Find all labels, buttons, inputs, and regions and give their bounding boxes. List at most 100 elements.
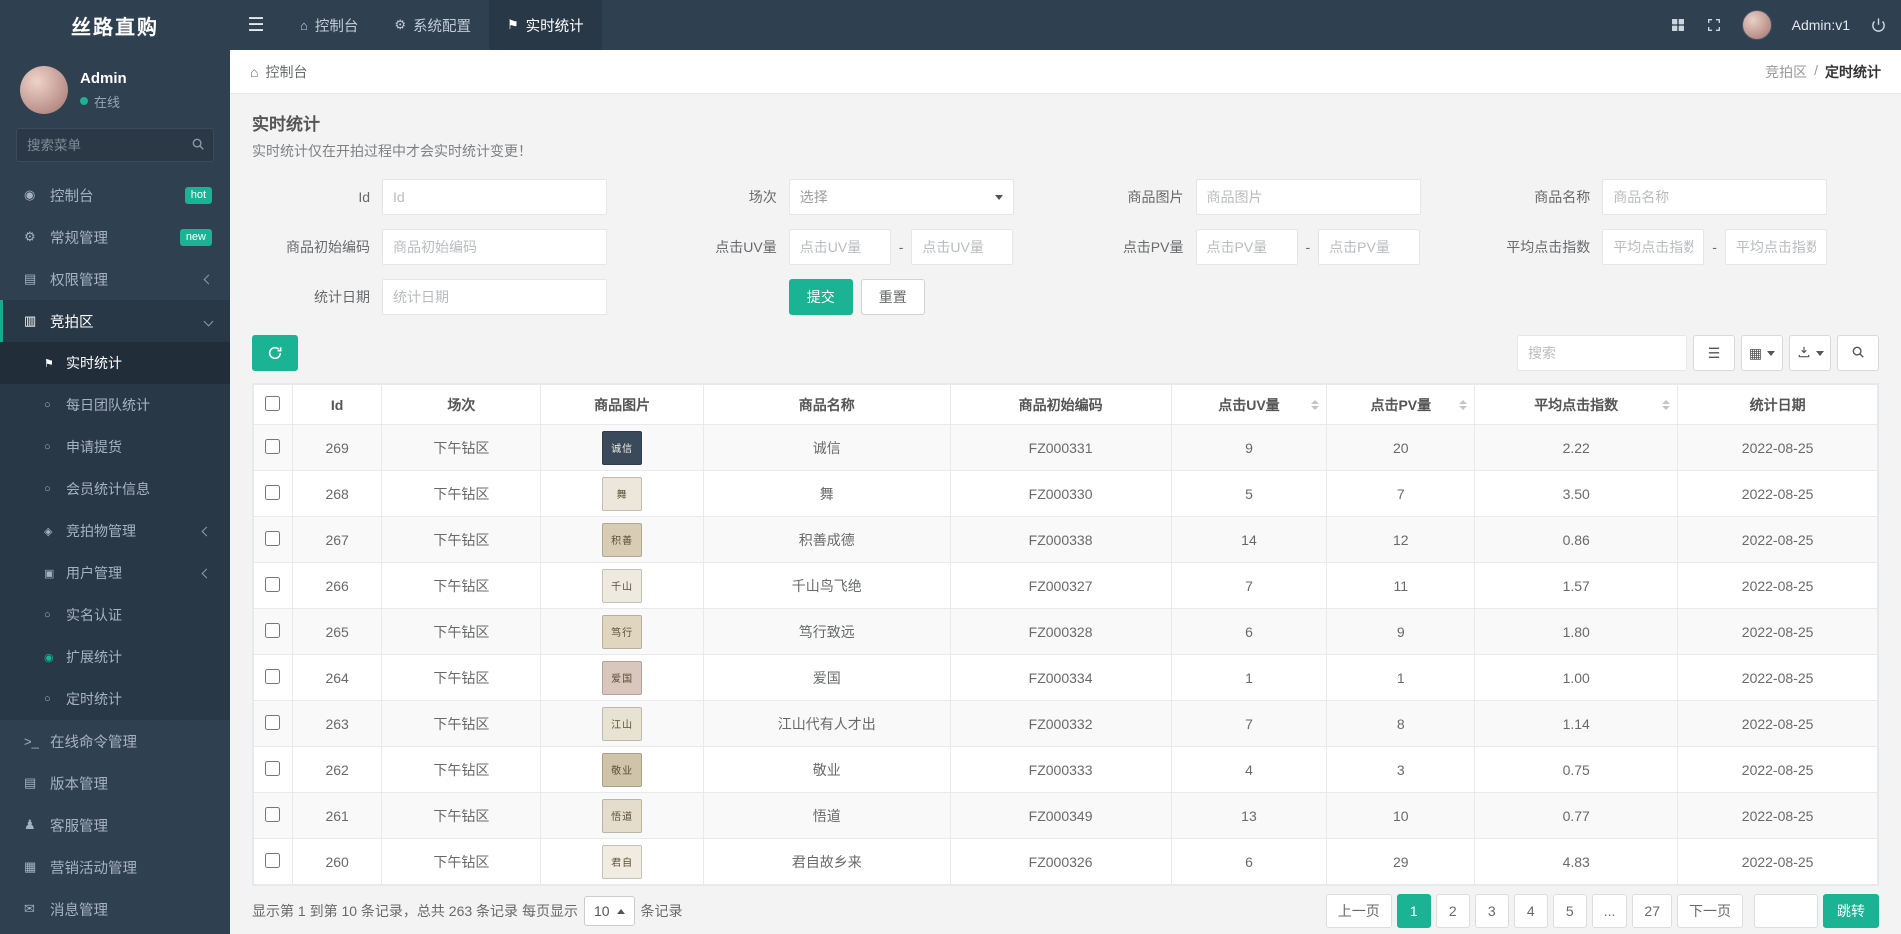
- column-header-uv[interactable]: 点击UV量: [1170, 384, 1328, 425]
- grid-icon[interactable]: [1670, 17, 1686, 33]
- page-size-select[interactable]: 10: [583, 896, 635, 926]
- brand-logo[interactable]: 丝路直购: [0, 0, 230, 50]
- page-button-27[interactable]: 27: [1632, 894, 1672, 928]
- cell-name: 悟道: [702, 792, 951, 839]
- sidebar-item-general[interactable]: ⚙ 常规管理 new: [0, 216, 230, 258]
- filter-avg-max-input[interactable]: [1724, 229, 1827, 265]
- product-image[interactable]: 敬业: [602, 752, 643, 787]
- row-checkbox[interactable]: [265, 484, 281, 500]
- submit-button[interactable]: 提交: [788, 279, 853, 315]
- user-menu[interactable]: Admin:v1: [1792, 17, 1850, 33]
- column-header-avg[interactable]: 平均点击指数: [1474, 384, 1679, 425]
- filter-id-input[interactable]: [382, 179, 607, 215]
- filter-avg-min-input[interactable]: [1602, 229, 1705, 265]
- filter-name-input[interactable]: [1602, 179, 1828, 215]
- filter-image-input[interactable]: [1195, 179, 1421, 215]
- row-checkbox[interactable]: [265, 760, 281, 776]
- topnav-item-realtime-stats[interactable]: ⚑ 实时统计: [489, 0, 602, 50]
- refresh-button[interactable]: [252, 335, 298, 371]
- product-image[interactable]: 江山: [602, 706, 643, 741]
- sidebar-item-extended-stats[interactable]: ◉ 扩展统计: [0, 636, 230, 678]
- page-button-2[interactable]: 2: [1435, 894, 1470, 928]
- sidebar-item-user-management[interactable]: ▣ 用户管理: [0, 552, 230, 594]
- filter-pv-max-input[interactable]: [1318, 229, 1421, 265]
- row-checkbox[interactable]: [265, 438, 281, 454]
- row-checkbox[interactable]: [265, 806, 281, 822]
- row-checkbox[interactable]: [265, 576, 281, 592]
- avatar[interactable]: [20, 66, 68, 114]
- cell-id: 261: [291, 792, 383, 839]
- jump-button[interactable]: 跳转: [1823, 894, 1879, 928]
- row-checkbox[interactable]: [265, 852, 281, 868]
- filter-pv-label: 点击PV量: [1122, 239, 1184, 255]
- row-checkbox[interactable]: [265, 622, 281, 638]
- sidebar-item-real-name-auth[interactable]: ○ 实名认证: [0, 594, 230, 636]
- jump-page-input[interactable]: [1754, 894, 1818, 928]
- row-checkbox[interactable]: [265, 530, 281, 546]
- row-checkbox[interactable]: [265, 714, 281, 730]
- select-all-checkbox[interactable]: [265, 395, 281, 411]
- search-icon[interactable]: [191, 137, 205, 154]
- sidebar-item-marketing[interactable]: ▦ 营销活动管理: [0, 846, 230, 888]
- filter-uv-min-input[interactable]: [788, 229, 891, 265]
- toggle-view-button[interactable]: ☰: [1693, 335, 1735, 371]
- sort-icon[interactable]: [1459, 399, 1468, 410]
- product-image[interactable]: 舞: [602, 476, 643, 511]
- sidebar-item-pickup-request[interactable]: ○ 申请提货: [0, 426, 230, 468]
- cell-image: 爱国: [540, 654, 704, 701]
- sidebar-item-realtime-stats[interactable]: ⚑ 实时统计: [0, 342, 230, 384]
- export-button[interactable]: [1789, 335, 1831, 371]
- columns-button[interactable]: ▦: [1741, 335, 1783, 371]
- filter-session-select[interactable]: 选择: [788, 179, 1014, 215]
- filter-code-input[interactable]: [382, 229, 607, 265]
- product-image[interactable]: 爱国: [602, 660, 643, 695]
- sidebar-item-permission[interactable]: ▤ 权限管理: [0, 258, 230, 300]
- row-checkbox[interactable]: [265, 668, 281, 684]
- sidebar-search-input[interactable]: [16, 128, 214, 162]
- sidebar-item-member-stats[interactable]: ○ 会员统计信息: [0, 468, 230, 510]
- sidebar-item-daily-team-stats[interactable]: ○ 每日团队统计: [0, 384, 230, 426]
- page-button-3[interactable]: 3: [1474, 894, 1509, 928]
- cell-pv: 8: [1326, 700, 1476, 747]
- filter-uv-max-input[interactable]: [911, 229, 1014, 265]
- sidebar-item-console[interactable]: ◉ 控制台 hot: [0, 174, 230, 216]
- sort-icon[interactable]: [1662, 399, 1671, 410]
- page-button-5[interactable]: 5: [1552, 894, 1587, 928]
- sidebar-item-auction-items[interactable]: ◈ 竞拍物管理: [0, 510, 230, 552]
- power-icon[interactable]: [1870, 17, 1887, 34]
- column-header-pv[interactable]: 点击PV量: [1326, 384, 1476, 425]
- product-image[interactable]: 千山: [602, 568, 643, 603]
- breadcrumb-left[interactable]: 控制台: [265, 62, 307, 82]
- sort-icon[interactable]: [1311, 399, 1320, 410]
- topnav-item-console[interactable]: ⌂ 控制台: [282, 0, 376, 50]
- cell-session: 下午钻区: [381, 700, 542, 747]
- user-avatar[interactable]: [1741, 10, 1772, 40]
- product-image[interactable]: 积善: [602, 522, 643, 557]
- filter-date-input[interactable]: [382, 279, 607, 315]
- sidebar-item-timed-stats[interactable]: ○ 定时统计: [0, 678, 230, 720]
- sidebar-item-online-command[interactable]: >_ 在线命令管理: [0, 720, 230, 762]
- breadcrumb-parent[interactable]: 竞拍区: [1765, 62, 1807, 82]
- reset-button[interactable]: 重置: [860, 279, 925, 315]
- status-label: 在线: [94, 94, 121, 110]
- table-search-input[interactable]: [1517, 335, 1687, 371]
- hamburger-menu-icon[interactable]: ☰: [230, 0, 282, 50]
- sidebar-item-message[interactable]: ✉ 消息管理: [0, 888, 230, 930]
- sidebar-item-version[interactable]: ▤ 版本管理: [0, 762, 230, 804]
- filter-pv-min-input[interactable]: [1195, 229, 1298, 265]
- product-image[interactable]: 君自: [602, 844, 643, 879]
- product-image[interactable]: 悟道: [602, 798, 643, 833]
- fullscreen-icon[interactable]: [1706, 17, 1722, 33]
- page-button-4[interactable]: 4: [1513, 894, 1548, 928]
- product-image[interactable]: 笃行: [602, 614, 643, 649]
- prev-page-button[interactable]: 上一页: [1325, 894, 1392, 928]
- cell-code: FZ000326: [949, 838, 1172, 885]
- page-button-1[interactable]: 1: [1396, 894, 1431, 928]
- product-image[interactable]: 诚信: [602, 430, 643, 465]
- topnav-item-system-config[interactable]: ⚙ 系统配置: [376, 0, 489, 50]
- sidebar-item-auction-zone[interactable]: ▥ 竞拍区: [0, 300, 230, 342]
- advanced-search-button[interactable]: [1837, 335, 1879, 371]
- summary-suffix: 条记录: [640, 903, 683, 919]
- sidebar-item-customer-service[interactable]: ♟ 客服管理: [0, 804, 230, 846]
- next-page-button[interactable]: 下一页: [1677, 894, 1743, 928]
